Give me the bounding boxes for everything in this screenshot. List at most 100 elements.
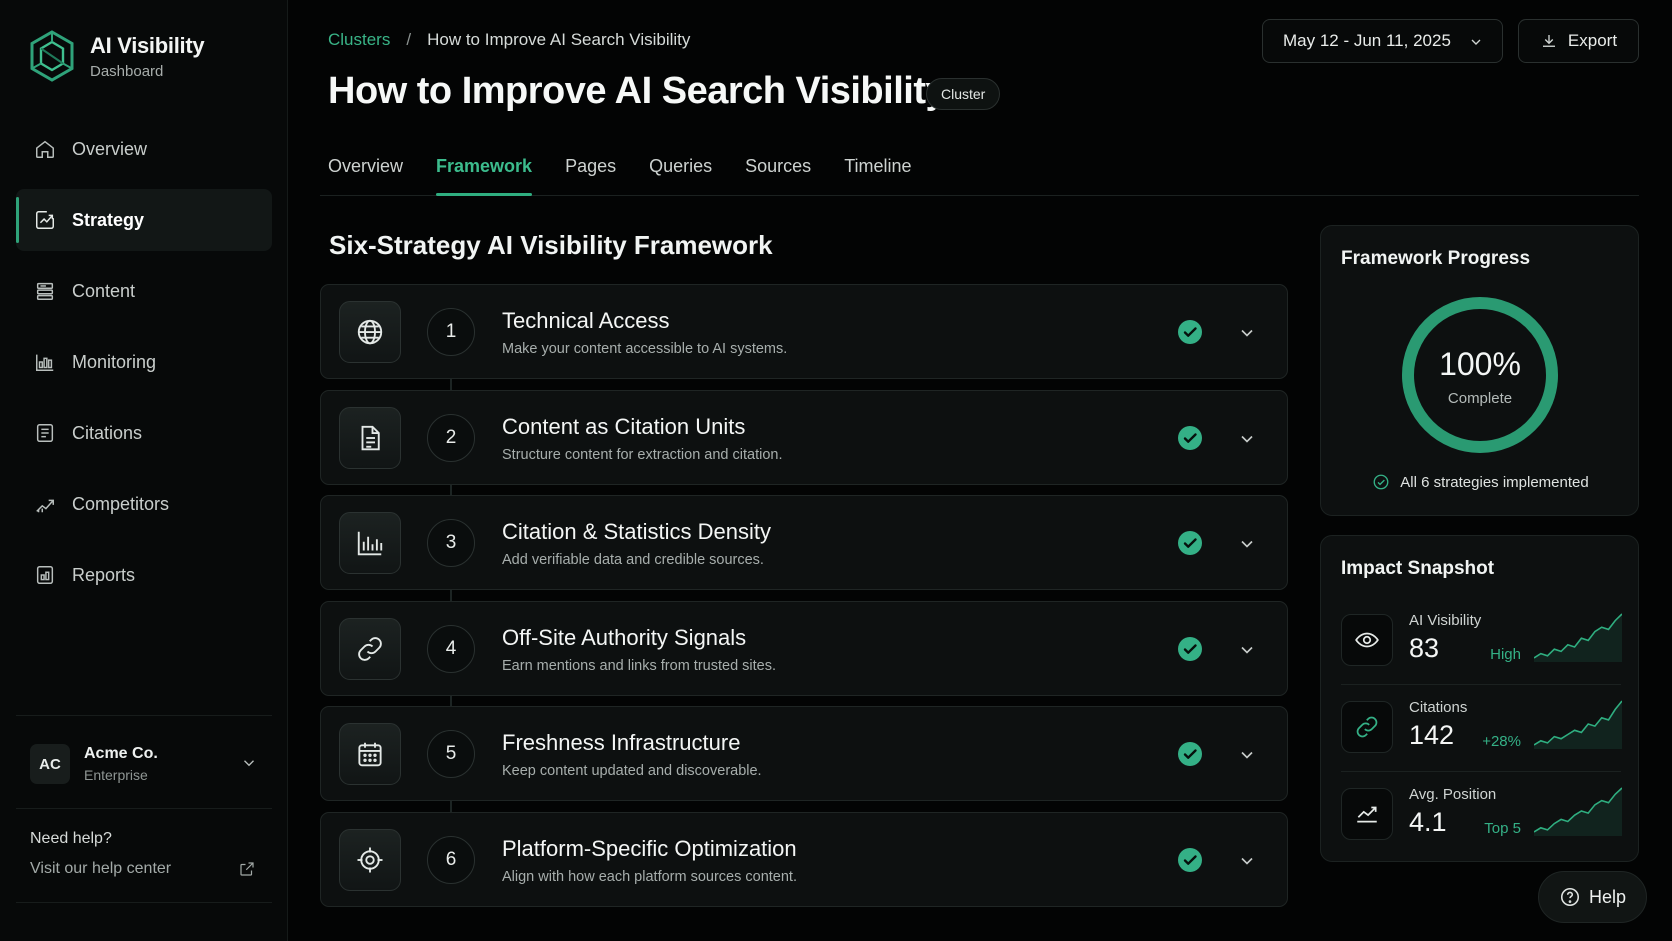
sidebar-item-citations[interactable]: Citations xyxy=(16,402,272,464)
progress-value: 100% xyxy=(1439,346,1521,382)
sidebar-item-label: Citations xyxy=(72,422,143,443)
sidebar-item-strategy[interactable]: Strategy xyxy=(16,189,272,251)
panel-title: Impact Snapshot xyxy=(1341,558,1495,579)
breadcrumb-clusters-link[interactable]: Clusters xyxy=(328,30,390,50)
strategy-description: Add verifiable data and credible sources… xyxy=(502,552,764,568)
date-range-label: May 12 - Jun 11, 2025 xyxy=(1283,31,1451,50)
sparkline xyxy=(1534,700,1622,749)
avatar: AC xyxy=(30,744,70,784)
metric-divider xyxy=(1341,684,1621,685)
metric-label: AI Visibility xyxy=(1409,612,1482,629)
chevron-down-icon[interactable] xyxy=(1237,851,1257,871)
check-circle-icon xyxy=(1178,636,1202,661)
sidebar-item-label: Competitors xyxy=(72,493,170,514)
strategy-icon-tile xyxy=(339,723,401,785)
chevron-down-icon[interactable] xyxy=(1237,323,1257,343)
sidebar-divider xyxy=(16,902,272,903)
download-icon xyxy=(1542,35,1555,47)
strategy-card[interactable]: 3 Citation & Statistics Density Add veri… xyxy=(320,495,1288,590)
sidebar-item-label: Overview xyxy=(72,138,148,159)
metric-tag: Top 5 xyxy=(1484,820,1521,837)
cluster-badge: Cluster xyxy=(926,78,1001,110)
eye-icon xyxy=(1355,632,1379,648)
sidebar-item-reports[interactable]: Reports xyxy=(16,544,272,606)
metric-avg-position: Avg. Position 4.1 Top 5 xyxy=(1341,777,1622,855)
tab-queries[interactable]: Queries xyxy=(641,140,720,195)
strategy-description: Structure content for extraction and cit… xyxy=(502,446,783,463)
account-name: Acme Co. xyxy=(84,745,158,762)
strategy-card[interactable]: 5 Freshness Infrastructure Keep content … xyxy=(320,706,1288,801)
chevron-down-icon[interactable] xyxy=(1237,429,1257,449)
tab-sources[interactable]: Sources xyxy=(737,140,819,195)
reports-icon xyxy=(36,566,54,584)
check-circle-icon xyxy=(1178,531,1202,555)
sparkline-area xyxy=(1534,701,1622,749)
metric-icon-tile xyxy=(1341,701,1393,753)
competitors-icon xyxy=(36,499,54,513)
sidebar-item-monitoring[interactable]: Monitoring xyxy=(16,331,272,393)
export-button[interactable]: Export xyxy=(1518,19,1639,63)
progress-label: Complete xyxy=(1447,390,1513,407)
help-button[interactable]: Help xyxy=(1538,871,1647,923)
sparkline xyxy=(1534,787,1622,836)
tab-overview[interactable]: Overview xyxy=(320,140,411,195)
target-icon xyxy=(357,847,383,872)
metric-value: 4.1 xyxy=(1409,807,1447,837)
account-switcher[interactable]: AC Acme Co. Enterprise xyxy=(16,724,272,804)
metric-label: Citations xyxy=(1409,699,1468,716)
date-range-picker[interactable]: May 12 - Jun 11, 2025 xyxy=(1262,19,1503,63)
chevron-down-icon[interactable] xyxy=(1237,640,1257,660)
tab-timeline[interactable]: Timeline xyxy=(836,140,919,195)
strategy-title: Platform-Specific Optimization xyxy=(502,835,797,861)
panel-title: Framework Progress xyxy=(1341,248,1531,269)
account-plan: Enterprise xyxy=(84,767,148,783)
brand[interactable]: AI Visibility Dashboard xyxy=(28,30,205,82)
metric-citations: Citations 142 +28% xyxy=(1341,690,1622,768)
strategy-description: Keep content updated and discoverable. xyxy=(502,763,762,779)
progress-note: All 6 strategies implemented xyxy=(1321,473,1640,491)
strategy-title: Citation & Statistics Density xyxy=(502,519,771,544)
tab-pages[interactable]: Pages xyxy=(557,140,624,195)
strategy-card[interactable]: 1 Technical Access Make your content acc… xyxy=(320,284,1288,379)
sparkline-area xyxy=(1534,788,1622,836)
help-button-label: Help xyxy=(1588,886,1627,907)
metric-tag: High xyxy=(1490,646,1521,663)
strategy-card[interactable]: 4 Off-Site Authority Signals Earn mentio… xyxy=(320,600,1288,696)
strategy-icon-tile xyxy=(339,512,401,574)
sidebar-item-content[interactable]: Content xyxy=(16,260,272,322)
strategy-icon-tile xyxy=(339,406,401,469)
impact-snapshot-panel: Impact Snapshot AI Visibility 83 High Ci… xyxy=(1320,535,1639,862)
link-icon xyxy=(358,636,382,661)
strategy-number: 4 xyxy=(427,624,475,673)
trend-chart-icon xyxy=(1357,806,1377,823)
home-icon xyxy=(36,140,54,158)
sidebar-item-competitors[interactable]: Competitors xyxy=(16,473,272,535)
sidebar-item-label: Monitoring xyxy=(72,351,157,372)
globe-icon xyxy=(357,319,383,345)
strategy-title: Content as Citation Units xyxy=(502,413,746,439)
document-icon xyxy=(361,425,380,450)
sidebar: AI Visibility Dashboard Overview Strateg… xyxy=(0,0,288,941)
sidebar-divider xyxy=(16,808,272,809)
strategy-card[interactable]: 2 Content as Citation Units Structure co… xyxy=(320,389,1288,485)
metric-label: Avg. Position xyxy=(1409,786,1497,803)
strategy-number: 3 xyxy=(427,519,475,567)
check-circle-icon xyxy=(1178,847,1202,872)
sidebar-divider xyxy=(16,715,272,716)
sidebar-item-label: Content xyxy=(72,280,136,301)
strategy-number: 5 xyxy=(427,730,475,778)
sidebar-item-overview[interactable]: Overview xyxy=(16,118,272,180)
breadcrumb: Clusters / How to Improve AI Search Visi… xyxy=(328,30,690,50)
monitoring-icon xyxy=(36,354,54,371)
brand-logo-icon xyxy=(30,30,74,82)
tab-framework[interactable]: Framework xyxy=(428,140,540,196)
brand-title: AI Visibility xyxy=(90,32,205,58)
sparkline-area xyxy=(1534,614,1622,662)
tab-bar: Overview Framework Pages Queries Sources… xyxy=(320,140,1639,196)
metric-icon-tile xyxy=(1341,788,1393,840)
help-center-link[interactable]: Visit our help center xyxy=(30,860,256,878)
strategy-card[interactable]: 6 Platform-Specific Optimization Align w… xyxy=(320,811,1288,907)
metric-value: 83 xyxy=(1409,633,1440,663)
chevron-down-icon[interactable] xyxy=(1237,745,1257,765)
chevron-down-icon[interactable] xyxy=(1237,534,1257,554)
